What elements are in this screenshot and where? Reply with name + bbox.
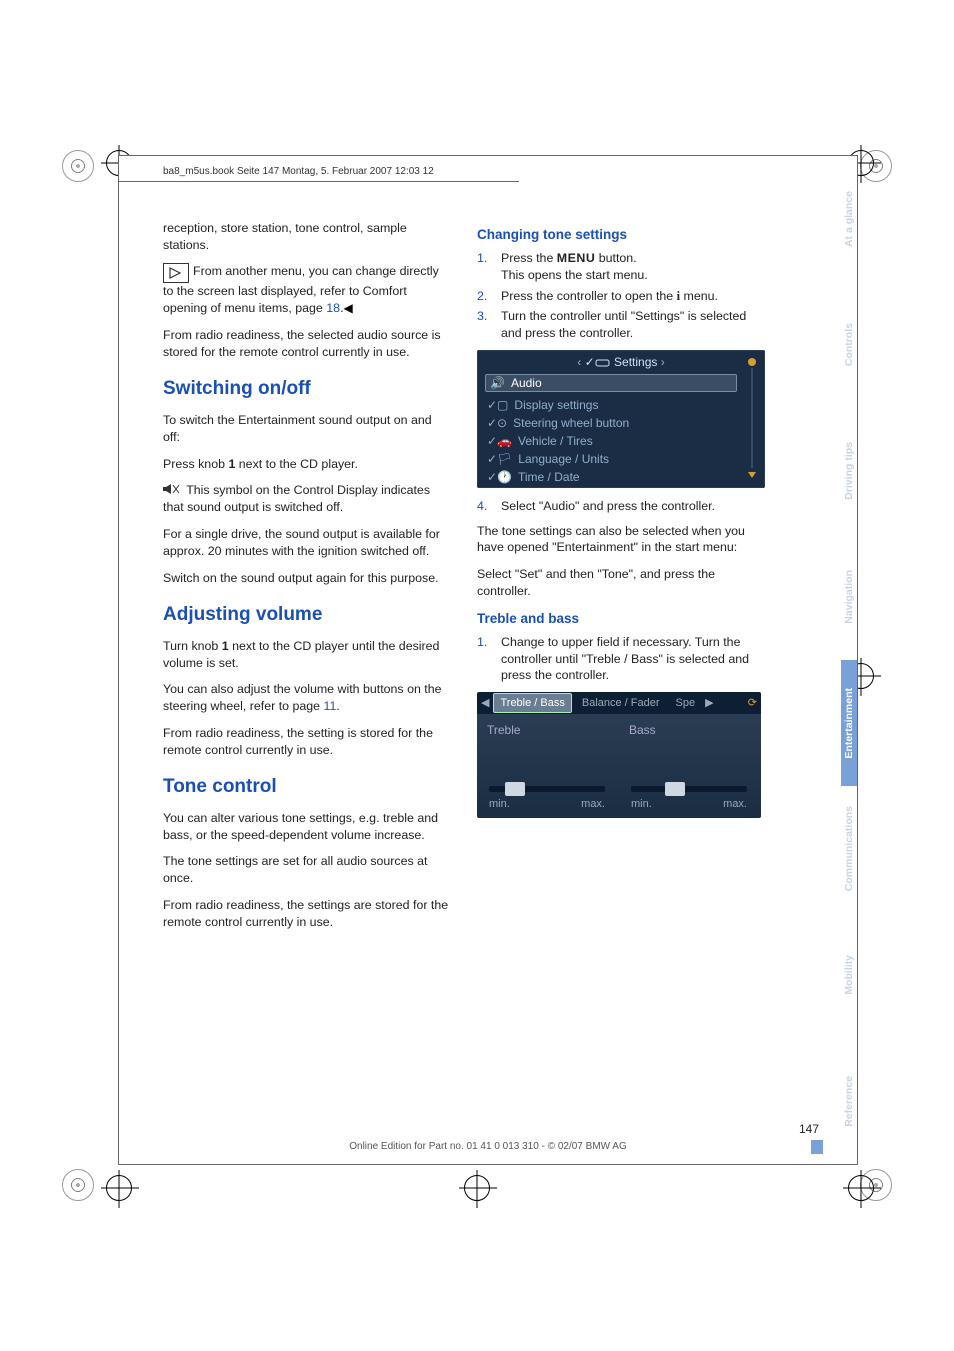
note-block: From another menu, you can change direct…	[163, 263, 449, 316]
steps-treble: 1.Change to upper field if necessary. Tu…	[477, 634, 763, 684]
paragraph: Press knob 1 next to the CD player.	[163, 456, 449, 473]
tab-controls[interactable]: Controls	[841, 282, 857, 408]
ss1-item-vehicle: ✓🚗Vehicle / Tires	[487, 432, 737, 450]
ss1-item-time: ✓🕐Time / Date	[487, 468, 737, 486]
paragraph: Switch on the sound output again for thi…	[163, 570, 449, 587]
ss1-item-steering: ✓⊙Steering wheel button	[487, 414, 737, 432]
paragraph: The tone settings are set for all audio …	[163, 853, 449, 886]
paragraph: You can also adjust the volume with butt…	[163, 681, 449, 714]
ss1-scrollbar	[747, 356, 757, 480]
crop-header: ba8_m5us.book Seite 147 Montag, 5. Febru…	[119, 156, 519, 182]
bass-slider-handle	[665, 782, 685, 796]
heading-volume: Adjusting volume	[163, 602, 449, 628]
registration-mark	[464, 1175, 490, 1201]
treble-slider-handle	[505, 782, 525, 796]
paragraph: Turn knob 1 next to the CD player until …	[163, 638, 449, 671]
paragraph: From radio readiness, the settings are s…	[163, 897, 449, 930]
paragraph: For a single drive, the sound output is …	[163, 526, 449, 559]
tab-mobility[interactable]: Mobility	[841, 912, 857, 1038]
page-frame: ba8_m5us.book Seite 147 Montag, 5. Febru…	[118, 155, 858, 1165]
step-3: 3. Turn the controller until "Settings" …	[477, 308, 763, 341]
end-marker-icon: ◀	[344, 301, 353, 315]
column-left: reception, store station, tone control, …	[163, 220, 449, 940]
paragraph: To switch the Entertainment sound output…	[163, 412, 449, 445]
mute-icon	[163, 483, 183, 500]
tab-communications[interactable]: Communications	[841, 786, 857, 912]
footer-line: Online Edition for Part no. 01 41 0 013 …	[119, 1141, 857, 1152]
heading-switching: Switching on/off	[163, 376, 449, 402]
bass-slider-track	[631, 786, 747, 792]
step-2: 2. Press the controller to open the i me…	[477, 288, 763, 305]
step-1: 1. Press the MENU button.This opens the …	[477, 250, 763, 283]
ss2-tabbar: ◀ Treble / Bass Balance / Fader Spe ▶ ⟳	[477, 692, 761, 714]
page-link-11[interactable]: 11	[324, 699, 337, 713]
crop-circle	[62, 1169, 94, 1201]
steps-list: 1. Press the MENU button.This opens the …	[477, 250, 763, 342]
heading-treble-bass: Treble and bass	[477, 610, 763, 628]
page-number: 147	[799, 1122, 819, 1136]
tab-entertainment[interactable]: Entertainment	[841, 660, 857, 786]
note-icon	[163, 263, 189, 283]
registration-mark	[106, 1175, 132, 1201]
steps-list-cont: 4.Select "Audio" and press the controlle…	[477, 498, 763, 515]
page-link-18[interactable]: 18	[326, 301, 340, 315]
idrive-settings-screenshot: ‹ ✓ Settings › 🔊Audio ✓▢Display settings…	[477, 350, 765, 488]
ss2-tab-spe: Spe	[670, 694, 702, 713]
menu-button-label: MENU	[557, 251, 595, 265]
section-tabs: At a glance Controls Driving tips Naviga…	[841, 156, 857, 1164]
paragraph: From radio readiness, the setting is sto…	[163, 725, 449, 758]
paragraph: From radio readiness, the selected audio…	[163, 327, 449, 360]
ss2-tab-balance-fader: Balance / Fader	[576, 694, 666, 713]
idrive-treble-bass-screenshot: ◀ Treble / Bass Balance / Fader Spe ▶ ⟳ …	[477, 692, 761, 818]
heading-tone: Tone control	[163, 774, 449, 800]
crop-circle	[62, 150, 94, 182]
tab-navigation[interactable]: Navigation	[841, 534, 857, 660]
column-right: Changing tone settings 1. Press the MENU…	[477, 220, 763, 940]
ss2-tab-treble-bass: Treble / Bass	[493, 693, 571, 714]
paragraph: reception, store station, tone control, …	[163, 220, 449, 253]
ss1-item-language: ✓🏳Language / Units	[487, 450, 737, 468]
note-text: From another menu, you can change direct…	[163, 264, 439, 315]
paragraph: You can alter various tone settings, e.g…	[163, 810, 449, 843]
paragraph: This symbol on the Control Display indic…	[163, 482, 449, 516]
ss2-treble-panel: Treble min.max.	[477, 714, 619, 818]
tab-at-a-glance[interactable]: At a glance	[841, 156, 857, 282]
heading-changing-tone: Changing tone settings	[477, 226, 763, 244]
ss1-title: ‹ ✓ Settings ›	[477, 354, 765, 370]
ss1-item-audio: 🔊Audio	[485, 374, 737, 392]
tab-driving-tips[interactable]: Driving tips	[841, 408, 857, 534]
ss1-item-display: ✓▢Display settings	[487, 396, 737, 414]
registration-mark	[848, 1175, 874, 1201]
step-4: 4.Select "Audio" and press the controlle…	[477, 498, 763, 515]
paragraph: Select "Set" and then "Tone", and press …	[477, 566, 763, 599]
paragraph: The tone settings can also be selected w…	[477, 523, 763, 556]
ss2-bass-panel: Bass min.max.	[619, 714, 761, 818]
step-tb1: 1.Change to upper field if necessary. Tu…	[477, 634, 763, 684]
